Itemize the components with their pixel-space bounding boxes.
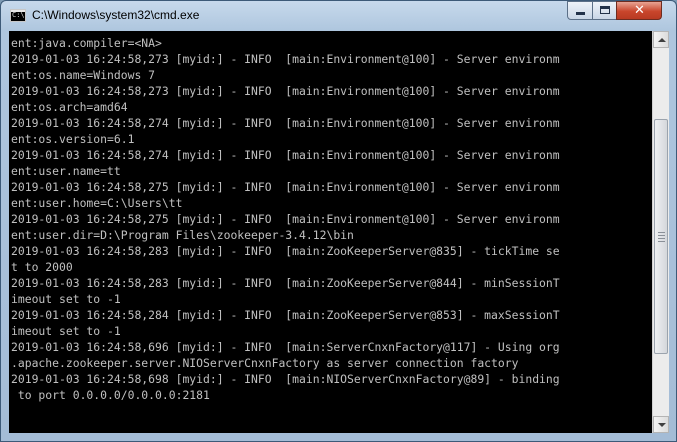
console-text: ent:java.compiler=<NA> 2019-01-03 16:24:… (9, 31, 652, 403)
console-line: 2019-01-03 16:24:58,698 [myid:] - INFO [… (11, 372, 560, 386)
console-line: 2019-01-03 16:24:58,275 [myid:] - INFO [… (11, 212, 560, 226)
vertical-scrollbar[interactable] (652, 31, 669, 433)
console-line: 2019-01-03 16:24:58,275 [myid:] - INFO [… (11, 180, 560, 194)
scroll-up-arrow-icon (658, 38, 666, 42)
maximize-icon (600, 6, 610, 14)
cmd-icon[interactable]: C:\ (10, 9, 26, 22)
console-line: imeout set to -1 (11, 324, 121, 338)
console-line: .apache.zookeeper.server.NIOServerCnxnFa… (11, 356, 519, 370)
maximize-button[interactable] (592, 1, 617, 20)
console-line: 2019-01-03 16:24:58,274 [myid:] - INFO [… (11, 148, 560, 162)
console-line: 2019-01-03 16:24:58,696 [myid:] - INFO [… (11, 340, 560, 354)
minimize-icon (576, 12, 585, 15)
console-line: ent:java.compiler=<NA> (11, 36, 162, 50)
minimize-button[interactable] (567, 1, 593, 20)
console-output-area[interactable]: ent:java.compiler=<NA> 2019-01-03 16:24:… (9, 31, 652, 433)
scroll-down-arrow-icon (658, 423, 666, 427)
thumb-grip-line (658, 241, 665, 242)
close-button[interactable]: ✕ (616, 1, 662, 20)
window-title: C:\Windows\system32\cmd.exe (32, 8, 200, 22)
scroll-down-button[interactable] (653, 416, 669, 433)
thumb-grip-line (658, 232, 665, 233)
console-line: 2019-01-03 16:24:58,283 [myid:] - INFO [… (11, 276, 560, 290)
console-line: ent:os.arch=amd64 (11, 100, 128, 114)
cmd-icon-text: C:\ (12, 11, 25, 19)
console-line: ent:user.dir=D:\Program Files\zookeeper-… (11, 228, 354, 242)
close-icon: ✕ (634, 3, 645, 18)
scrollbar-thumb[interactable] (654, 119, 668, 354)
console-line: 2019-01-03 16:24:58,273 [myid:] - INFO [… (11, 52, 560, 66)
cmd-window: C:\ C:\Windows\system32\cmd.exe ✕ ent:ja… (0, 0, 677, 442)
thumb-grip-line (658, 238, 665, 239)
title-bar[interactable]: C:\ C:\Windows\system32\cmd.exe ✕ (1, 1, 676, 31)
console-line: ent:user.home=C:\Users\tt (11, 196, 183, 210)
console-line: 2019-01-03 16:24:58,283 [myid:] - INFO [… (11, 244, 560, 258)
console-line: ent:os.version=6.1 (11, 132, 135, 146)
console-line: to port 0.0.0.0/0.0.0.0:2181 (17, 388, 210, 402)
console-line: t to 2000 (11, 260, 73, 274)
console-line: 2019-01-03 16:24:58,274 [myid:] - INFO [… (11, 116, 560, 130)
console-line: imeout set to -1 (11, 292, 121, 306)
console-line: 2019-01-03 16:24:58,284 [myid:] - INFO [… (11, 308, 560, 322)
console-line: 2019-01-03 16:24:58,273 [myid:] - INFO [… (11, 84, 560, 98)
console-line: ent:user.name=tt (11, 164, 121, 178)
scroll-up-button[interactable] (653, 31, 669, 48)
console-line: ent:os.name=Windows 7 (11, 68, 156, 82)
thumb-grip-line (658, 235, 665, 236)
